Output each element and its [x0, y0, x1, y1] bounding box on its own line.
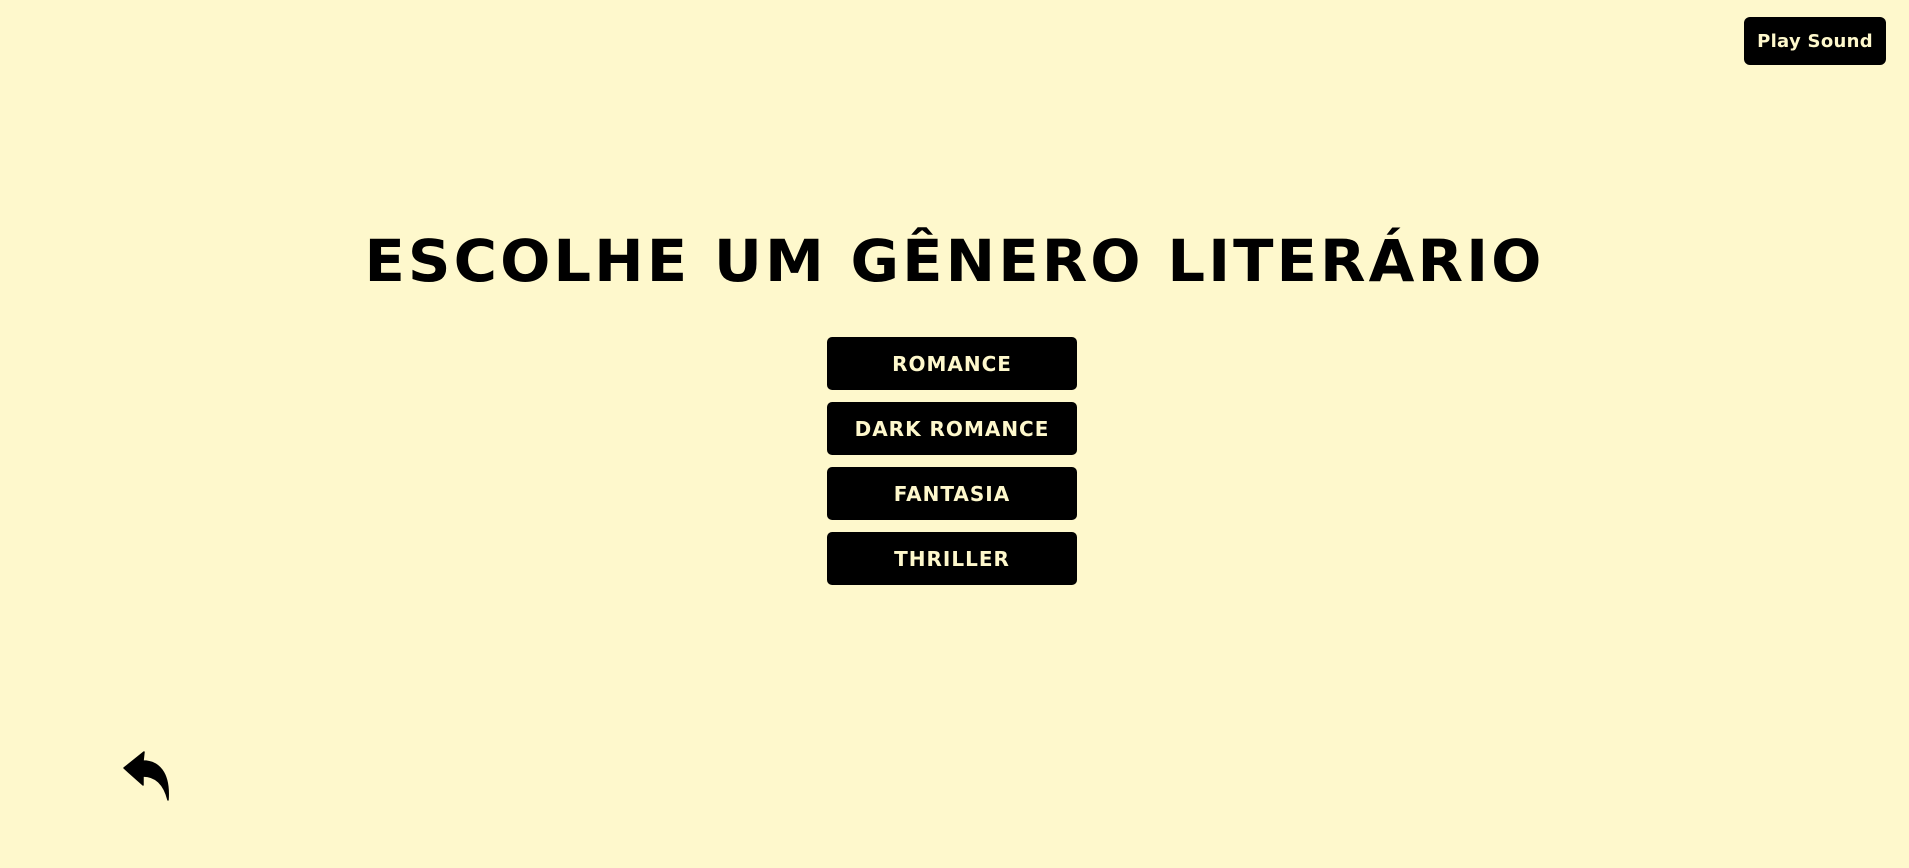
genre-list: ROMANCE DARK ROMANCE FANTASIA THRILLER — [827, 337, 1077, 585]
genre-button-romance[interactable]: ROMANCE — [827, 337, 1077, 390]
page-title: ESCOLHE UM GÊNERO LITERÁRIO — [364, 227, 1545, 295]
back-button[interactable] — [122, 748, 172, 804]
reply-arrow-icon — [123, 751, 169, 801]
genre-button-fantasia[interactable]: FANTASIA — [827, 467, 1077, 520]
genre-button-thriller[interactable]: THRILLER — [827, 532, 1077, 585]
play-sound-button[interactable]: Play Sound — [1744, 17, 1886, 65]
genre-button-dark-romance[interactable]: DARK ROMANCE — [827, 402, 1077, 455]
